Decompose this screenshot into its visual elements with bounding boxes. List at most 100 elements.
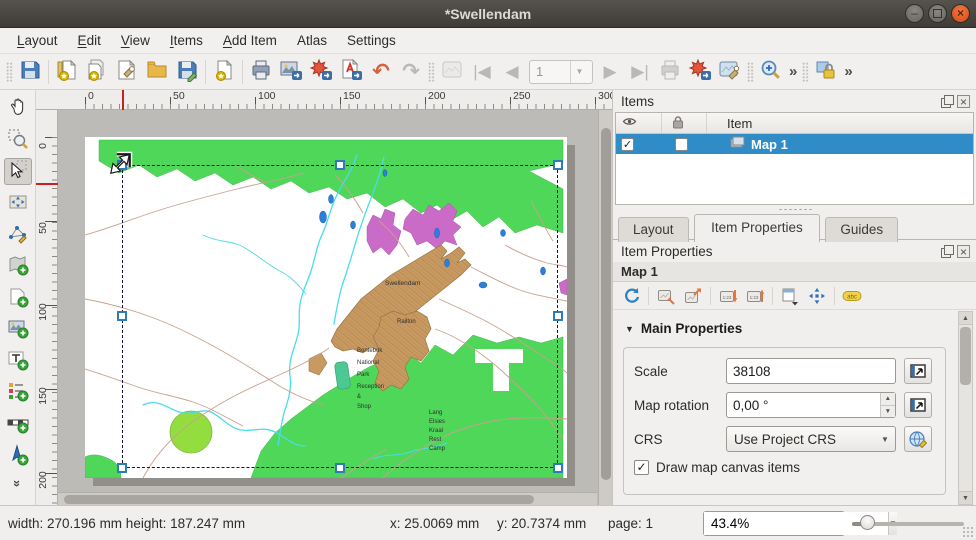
menu-layout[interactable]: Layout — [8, 30, 67, 51]
scale-field[interactable] — [726, 358, 896, 384]
map-rotation-input[interactable] — [727, 398, 880, 413]
add-label-button[interactable] — [4, 348, 32, 375]
resize-grip[interactable] — [962, 526, 974, 538]
items-panel-close-button[interactable]: × — [957, 95, 970, 108]
map-item-selection[interactable] — [122, 165, 558, 468]
main-properties-section[interactable]: ▼ Main Properties — [625, 321, 976, 336]
export-image-button[interactable] — [276, 57, 306, 87]
refresh-map-button[interactable] — [619, 284, 643, 308]
resize-handle-ne[interactable] — [553, 160, 563, 170]
add-legend-button[interactable] — [4, 379, 32, 406]
tab-item-properties[interactable]: Item Properties — [694, 214, 820, 242]
spin-buttons[interactable]: ▲ ▼ — [880, 393, 895, 417]
scrollbar-thumb[interactable] — [960, 327, 971, 385]
item-properties-close-button[interactable]: × — [957, 245, 970, 258]
menu-settings[interactable]: Settings — [338, 30, 405, 51]
properties-scrollbar[interactable]: ▲ ▼ — [958, 311, 973, 505]
draw-canvas-items-checkbox[interactable]: ✓ — [634, 460, 649, 475]
zoom-slider[interactable] — [852, 511, 964, 536]
scale-data-defined-button[interactable] — [904, 358, 932, 384]
move-map-content-button[interactable] — [805, 284, 829, 308]
resize-handle-s[interactable] — [335, 463, 345, 473]
add-pages-button[interactable] — [209, 57, 239, 87]
toolbar-grip[interactable] — [428, 62, 435, 82]
previous-feature-button[interactable]: ◀ — [497, 57, 527, 87]
slider-handle[interactable] — [860, 515, 875, 530]
layout-manager-button[interactable] — [112, 57, 142, 87]
minimize-button[interactable]: – — [905, 4, 924, 23]
redo-button[interactable]: ↷ — [396, 57, 426, 87]
labeling-settings-button[interactable]: abc — [840, 284, 864, 308]
undo-button[interactable]: ↶ — [366, 57, 396, 87]
select-move-item-button[interactable] — [4, 158, 32, 185]
resize-handle-se[interactable] — [553, 463, 563, 473]
map-rotation-field[interactable]: ▲ ▼ — [726, 392, 896, 418]
layout-page[interactable]: Swellendam Railton Bontebok National Par… — [85, 137, 567, 478]
resize-handle-w[interactable] — [117, 311, 127, 321]
panel-splitter[interactable] — [613, 205, 976, 213]
save-project-button[interactable] — [15, 57, 45, 87]
menu-atlas[interactable]: Atlas — [288, 30, 336, 51]
next-feature-button[interactable]: ▶ — [595, 57, 625, 87]
add-scalebar-button[interactable] — [4, 411, 32, 438]
new-layout-button[interactable] — [52, 57, 82, 87]
add-picture-button[interactable] — [4, 316, 32, 343]
move-item-content-button[interactable] — [4, 190, 32, 217]
export-atlas-button[interactable] — [685, 57, 715, 87]
toolbar-grip[interactable] — [802, 62, 809, 82]
menu-view[interactable]: View — [112, 30, 159, 51]
resize-handle-sw[interactable] — [117, 463, 127, 473]
export-svg-button[interactable] — [306, 57, 336, 87]
scrollbar-thumb[interactable] — [601, 128, 611, 480]
tab-guides[interactable]: Guides — [825, 217, 898, 242]
edit-nodes-item-button[interactable] — [4, 221, 32, 248]
add-3d-map-button[interactable] — [4, 285, 32, 312]
save-as-template-button[interactable] — [172, 57, 202, 87]
menu-add-item[interactable]: Add Item — [214, 30, 286, 51]
atlas-page-dropdown[interactable]: ▼ — [570, 61, 588, 83]
atlas-settings-button[interactable] — [715, 57, 745, 87]
open-template-button[interactable] — [142, 57, 172, 87]
tab-layout[interactable]: Layout — [618, 217, 689, 242]
add-map-button[interactable] — [4, 253, 32, 280]
zoom-tool-button[interactable] — [4, 127, 32, 154]
draw-canvas-items-row[interactable]: ✓ Draw map canvas items — [634, 460, 937, 475]
set-canvas-scale-button[interactable]: 1:23 — [743, 284, 767, 308]
toolbar-grip[interactable] — [747, 62, 754, 82]
items-panel-float-button[interactable] — [940, 95, 953, 108]
item-properties-float-button[interactable] — [940, 245, 953, 258]
rotation-data-defined-button[interactable] — [904, 392, 932, 418]
atlas-page-input[interactable] — [530, 64, 570, 79]
set-map-extent-button[interactable] — [654, 284, 678, 308]
lock-checkbox[interactable] — [675, 138, 688, 151]
lock-toolbar-overflow[interactable]: » — [841, 63, 855, 80]
titlebar[interactable]: *Swellendam – × — [0, 0, 976, 28]
last-feature-button[interactable]: ▶| — [625, 57, 655, 87]
maximize-button[interactable] — [928, 4, 947, 23]
add-north-arrow-button[interactable] — [4, 443, 32, 470]
pan-tool-button[interactable] — [4, 95, 32, 122]
preview-atlas-button[interactable] — [437, 57, 467, 87]
export-pdf-button[interactable] — [336, 57, 366, 87]
items-list-row-map1[interactable]: ✓ Map 1 — [616, 134, 973, 154]
canvas-vertical-scrollbar[interactable] — [598, 110, 612, 505]
resize-handle-n[interactable] — [335, 160, 345, 170]
first-feature-button[interactable]: |◀ — [467, 57, 497, 87]
crs-combobox[interactable]: Use Project CRS ▼ — [726, 426, 896, 452]
print-button[interactable] — [246, 57, 276, 87]
resize-handle-e[interactable] — [553, 311, 563, 321]
canvas-horizontal-scrollbar[interactable] — [58, 492, 597, 505]
zoom-level-combo[interactable]: ▼ — [703, 511, 845, 536]
crs-select-button[interactable] — [904, 426, 932, 452]
toolbar-overflow-chevron[interactable]: » — [10, 480, 25, 487]
zoom-toolbar-overflow[interactable]: » — [786, 63, 800, 80]
toolbar-grip[interactable] — [6, 62, 13, 82]
scrollbar-thumb[interactable] — [64, 495, 534, 504]
atlas-page-combo[interactable]: ▼ — [529, 60, 593, 84]
zoom-in-button[interactable] — [756, 57, 786, 87]
duplicate-layout-button[interactable] — [82, 57, 112, 87]
layout-canvas[interactable]: Swellendam Railton Bontebok National Par… — [58, 110, 612, 505]
set-map-scale-button[interactable]: 1:23 — [716, 284, 740, 308]
scale-input[interactable] — [727, 364, 895, 379]
lock-items-button[interactable] — [811, 57, 841, 87]
